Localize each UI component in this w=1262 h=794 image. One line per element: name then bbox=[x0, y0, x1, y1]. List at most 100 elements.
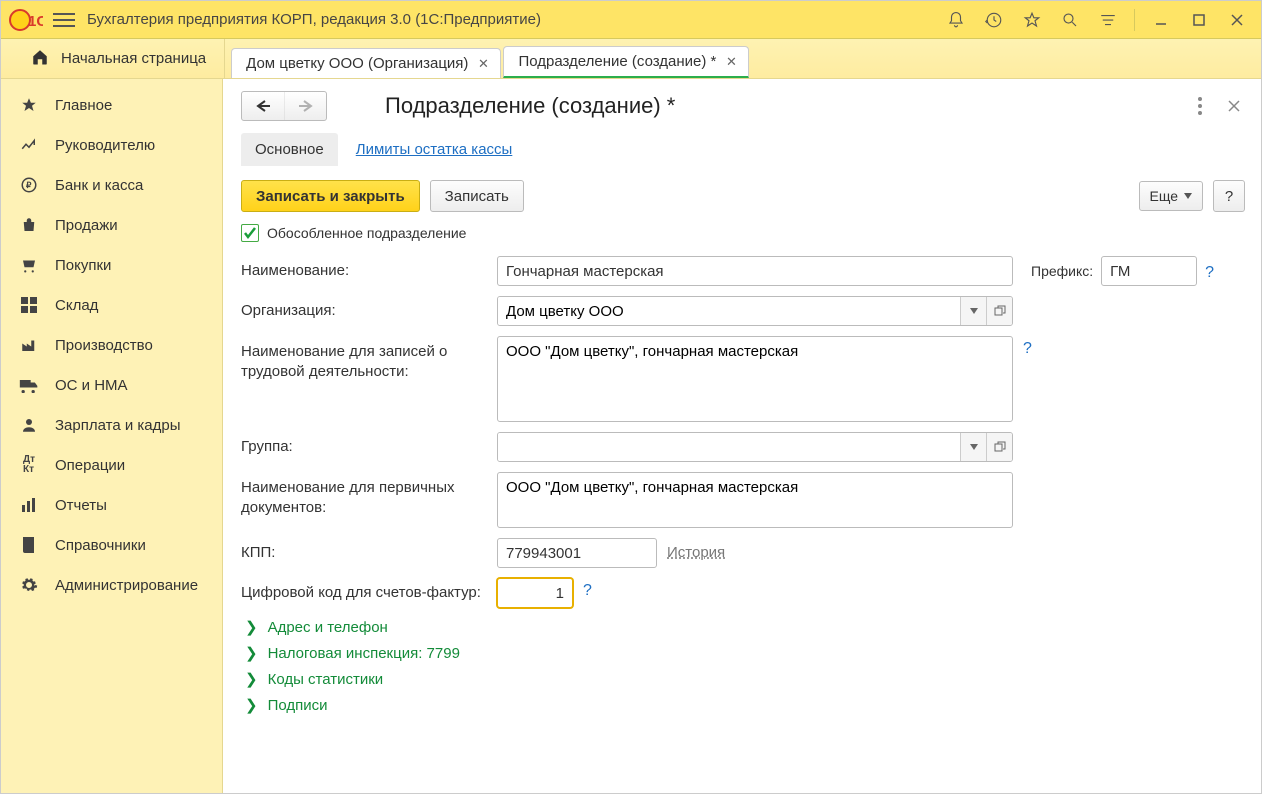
sidebar-label: ОС и НМА bbox=[55, 377, 128, 394]
kpp-history-link[interactable]: История bbox=[667, 538, 725, 561]
star-filled-icon bbox=[19, 95, 39, 115]
bag-icon bbox=[19, 215, 39, 235]
tab-department[interactable]: Подразделение (создание) * ✕ bbox=[503, 46, 749, 78]
svg-text:₽: ₽ bbox=[26, 181, 31, 190]
fullname-input[interactable] bbox=[497, 336, 1013, 422]
star-icon[interactable] bbox=[1016, 6, 1048, 34]
expand-address[interactable]: ❯ Адрес и телефон bbox=[245, 618, 1245, 636]
expand-label: Коды статистики bbox=[268, 671, 384, 688]
kpp-input[interactable] bbox=[497, 538, 657, 568]
truck-icon bbox=[19, 375, 39, 395]
sidebar-item-reports[interactable]: Отчеты bbox=[1, 485, 222, 525]
kpp-label: КПП: bbox=[241, 538, 497, 561]
sidebar-item-purchases[interactable]: Покупки bbox=[1, 245, 222, 285]
chevron-right-icon: ❯ bbox=[245, 618, 258, 636]
dropdown-icon[interactable] bbox=[960, 433, 986, 461]
group-input[interactable] bbox=[498, 433, 960, 461]
expand-tax[interactable]: ❯ Налоговая инспекция: 7799 bbox=[245, 644, 1245, 662]
sidebar-item-admin[interactable]: Администрирование bbox=[1, 565, 222, 605]
sidebar-label: Операции bbox=[55, 457, 125, 474]
docname-input[interactable] bbox=[497, 472, 1013, 528]
page-title: Подразделение (создание) * bbox=[345, 93, 1189, 119]
innertab-limits[interactable]: Лимиты остатка кассы bbox=[342, 133, 527, 166]
sidebar-label: Зарплата и кадры bbox=[55, 417, 181, 434]
checkbox-label: Обособленное подразделение bbox=[267, 225, 466, 241]
chevron-right-icon: ❯ bbox=[245, 644, 258, 662]
sidebar-item-production[interactable]: Производство bbox=[1, 325, 222, 365]
bars-icon bbox=[19, 495, 39, 515]
factory-icon bbox=[19, 335, 39, 355]
book-icon bbox=[19, 535, 39, 555]
sidebar-item-catalogs[interactable]: Справочники bbox=[1, 525, 222, 565]
sidebar: Главное Руководителю ₽ Банк и касса Прод… bbox=[1, 79, 223, 793]
sidebar-item-sales[interactable]: Продажи bbox=[1, 205, 222, 245]
forward-button bbox=[284, 92, 326, 120]
save-button[interactable]: Записать bbox=[430, 180, 524, 212]
history-icon[interactable] bbox=[978, 6, 1010, 34]
more-button[interactable]: Еще bbox=[1139, 181, 1204, 211]
app-title: Бухгалтерия предприятия КОРП, редакция 3… bbox=[87, 11, 940, 28]
tabbar: Начальная страница Дом цветку ООО (Орган… bbox=[1, 39, 1261, 79]
tab-home[interactable]: Начальная страница bbox=[13, 39, 225, 78]
sidebar-item-manager[interactable]: Руководителю bbox=[1, 125, 222, 165]
more-label: Еще bbox=[1150, 188, 1179, 204]
settings-lines-icon[interactable] bbox=[1092, 6, 1124, 34]
minimize-icon[interactable] bbox=[1145, 6, 1177, 34]
ruble-icon: ₽ bbox=[19, 175, 39, 195]
group-combo[interactable] bbox=[497, 432, 1013, 462]
sidebar-label: Склад bbox=[55, 297, 98, 314]
close-icon[interactable] bbox=[1221, 6, 1253, 34]
sidebar-item-operations[interactable]: ДтКт Операции bbox=[1, 445, 222, 485]
sidebar-label: Отчеты bbox=[55, 497, 107, 514]
org-combo[interactable] bbox=[497, 296, 1013, 326]
expand-stat[interactable]: ❯ Коды статистики bbox=[245, 670, 1245, 688]
form: Наименование: Префикс: ? Организация: bbox=[241, 256, 1245, 714]
tab-organization[interactable]: Дом цветку ООО (Организация) ✕ bbox=[231, 48, 501, 78]
bell-icon[interactable] bbox=[940, 6, 972, 34]
maximize-icon[interactable] bbox=[1183, 6, 1215, 34]
dtkt-icon: ДтКт bbox=[19, 455, 39, 475]
tab-home-label: Начальная страница bbox=[61, 50, 206, 67]
code-input[interactable] bbox=[497, 578, 573, 608]
open-icon[interactable] bbox=[986, 297, 1012, 325]
name-input[interactable] bbox=[497, 256, 1013, 286]
back-button[interactable] bbox=[242, 92, 284, 120]
separate-division-checkbox[interactable] bbox=[241, 224, 259, 242]
sidebar-item-warehouse[interactable]: Склад bbox=[1, 285, 222, 325]
svg-text:1C: 1C bbox=[28, 13, 43, 30]
help-button[interactable]: ? bbox=[1213, 180, 1245, 212]
group-label: Группа: bbox=[241, 432, 497, 455]
nav-back-forward bbox=[241, 91, 327, 121]
org-input[interactable] bbox=[498, 297, 960, 325]
close-page-icon[interactable] bbox=[1223, 95, 1245, 117]
prefix-input[interactable] bbox=[1101, 256, 1197, 286]
inner-tabs: Основное Лимиты остатка кассы bbox=[241, 133, 1245, 166]
menu-icon[interactable] bbox=[53, 9, 75, 31]
help-icon[interactable]: ? bbox=[1205, 260, 1214, 282]
docname-label: Наименование для первичных документов: bbox=[241, 472, 497, 517]
help-icon[interactable]: ? bbox=[1023, 336, 1032, 358]
sidebar-item-assets[interactable]: ОС и НМА bbox=[1, 365, 222, 405]
prefix-label: Префикс: bbox=[1031, 263, 1093, 279]
sidebar-label: Администрирование bbox=[55, 577, 198, 594]
dropdown-icon[interactable] bbox=[960, 297, 986, 325]
expand-label: Налоговая инспекция: 7799 bbox=[268, 645, 460, 662]
save-and-close-button[interactable]: Записать и закрыть bbox=[241, 180, 420, 212]
kebab-icon[interactable] bbox=[1189, 95, 1211, 117]
home-icon bbox=[31, 48, 49, 70]
chart-up-icon bbox=[19, 135, 39, 155]
sidebar-item-bank[interactable]: ₽ Банк и касса bbox=[1, 165, 222, 205]
tab-close-icon[interactable]: ✕ bbox=[476, 57, 490, 71]
search-icon[interactable] bbox=[1054, 6, 1086, 34]
open-icon[interactable] bbox=[986, 433, 1012, 461]
expand-label: Подписи bbox=[268, 697, 328, 714]
tab-close-icon[interactable]: ✕ bbox=[724, 55, 738, 69]
sidebar-item-hr[interactable]: Зарплата и кадры bbox=[1, 405, 222, 445]
sidebar-label: Продажи bbox=[55, 217, 118, 234]
chevron-right-icon: ❯ bbox=[245, 696, 258, 714]
gear-icon bbox=[19, 575, 39, 595]
sidebar-item-main[interactable]: Главное bbox=[1, 85, 222, 125]
help-icon[interactable]: ? bbox=[583, 578, 592, 600]
expand-sign[interactable]: ❯ Подписи bbox=[245, 696, 1245, 714]
innertab-main[interactable]: Основное bbox=[241, 133, 338, 166]
